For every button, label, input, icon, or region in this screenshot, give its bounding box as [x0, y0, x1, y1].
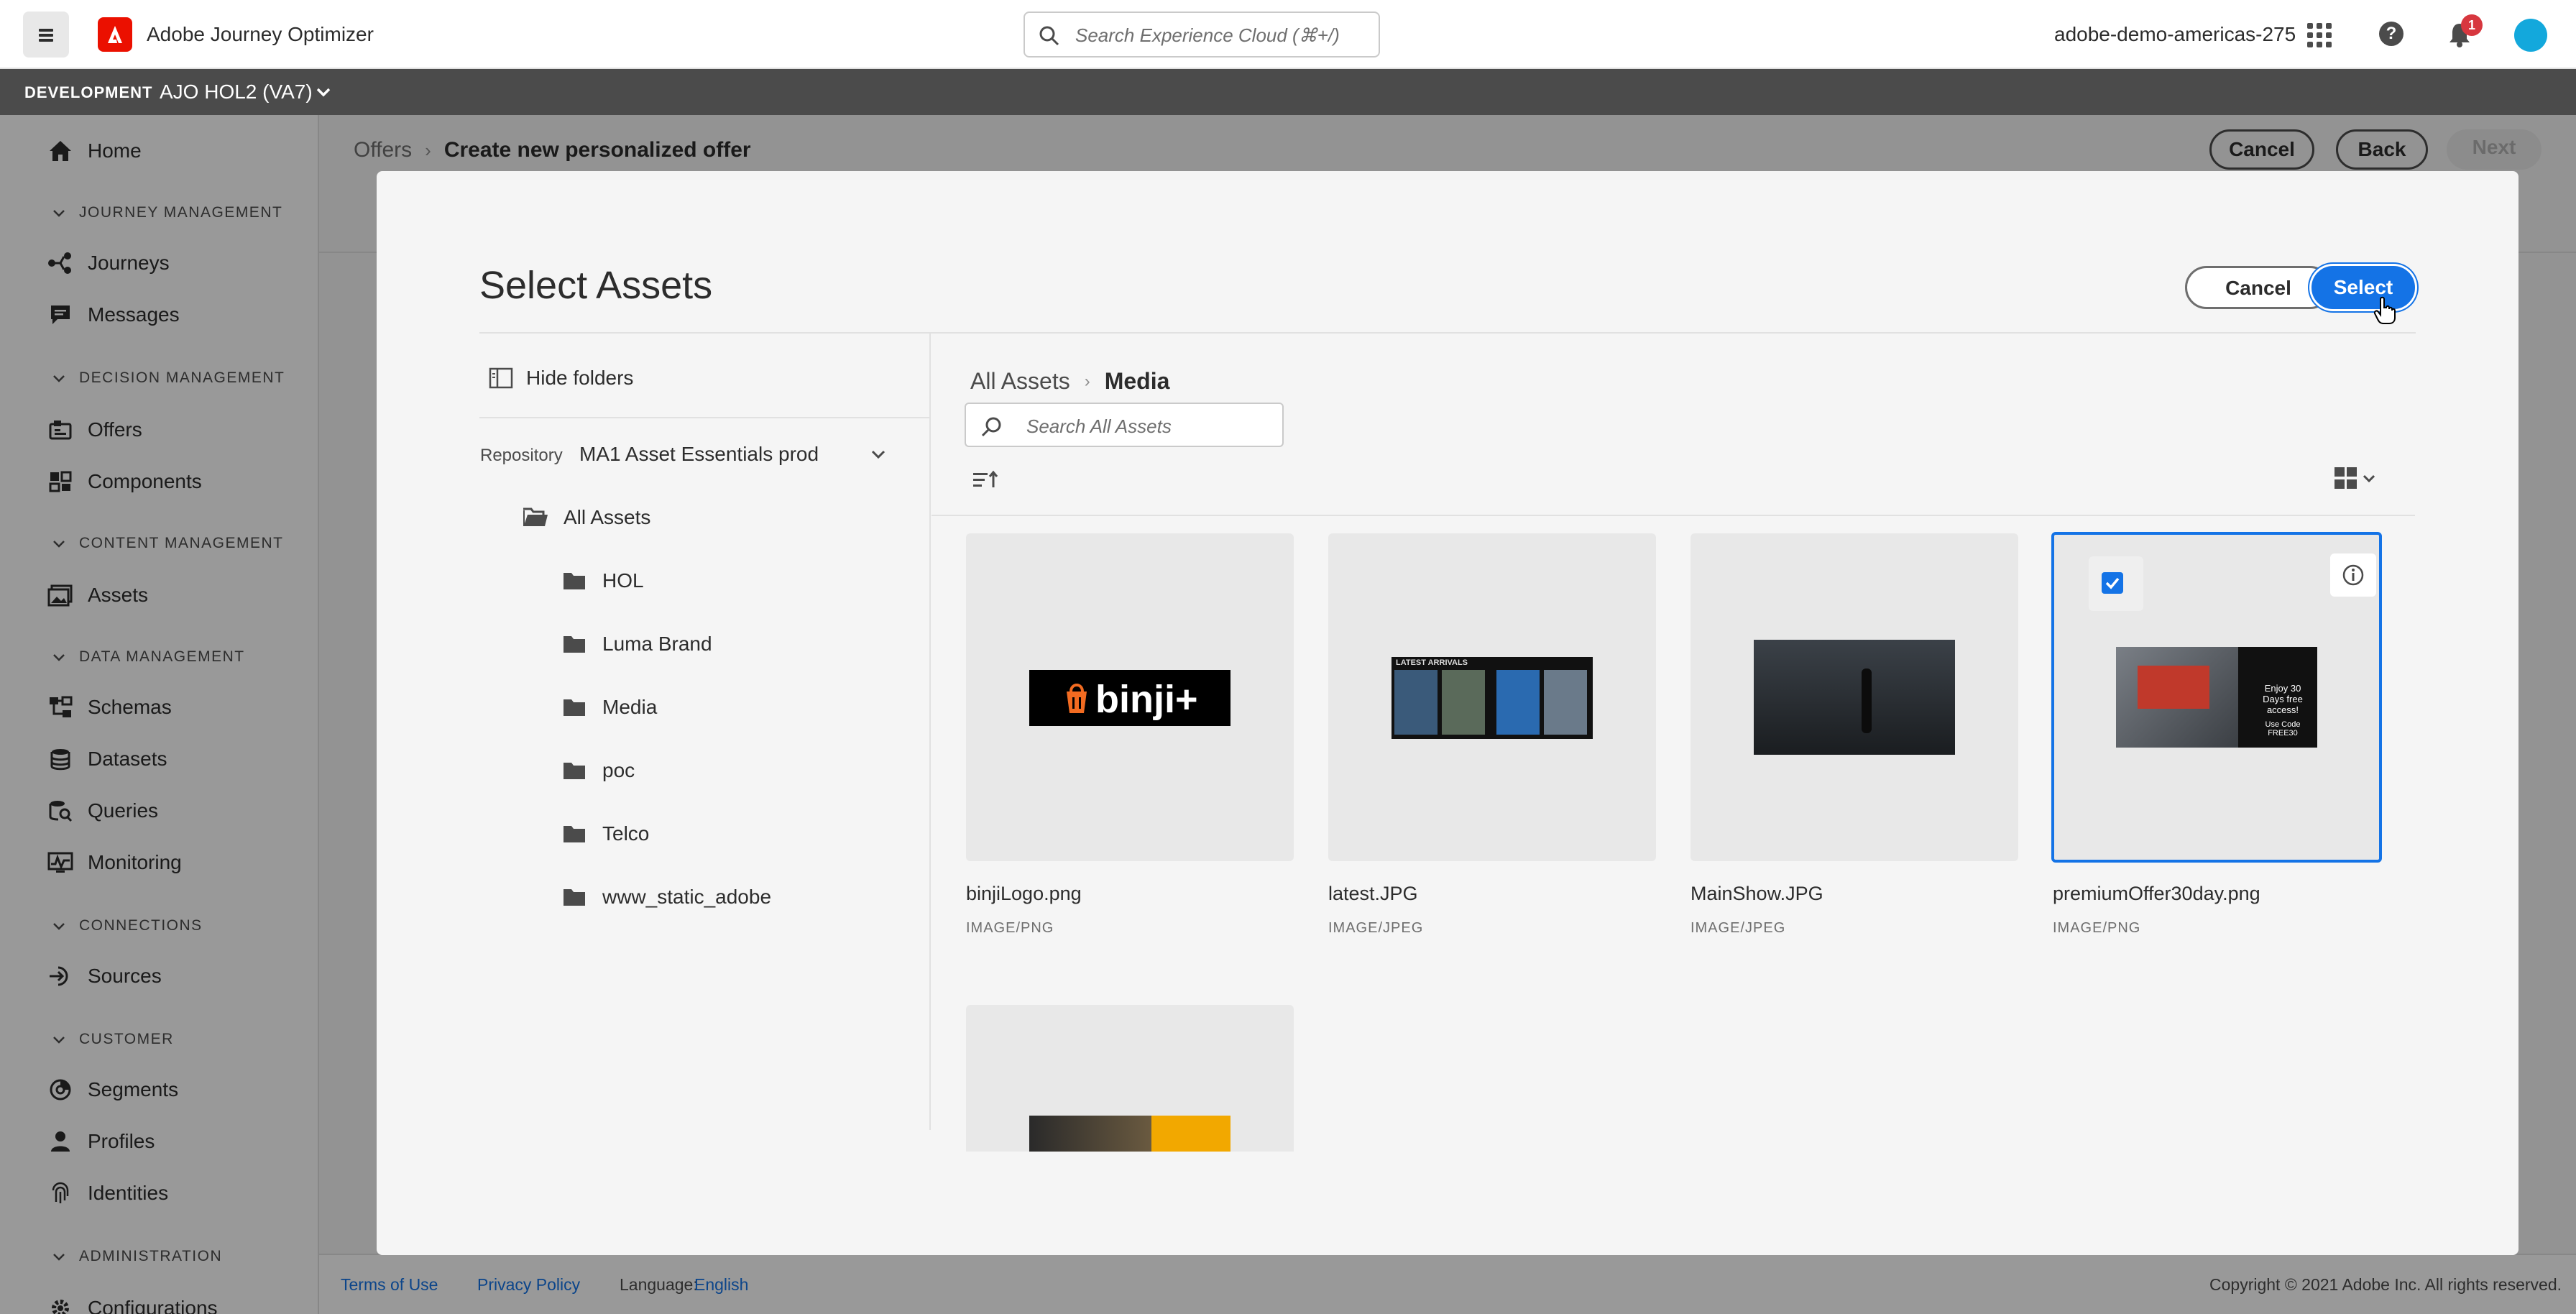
folder-item[interactable]: HOL [562, 569, 644, 592]
folder-icon [564, 636, 585, 653]
asset-type: IMAGE/PNG [2053, 920, 2141, 936]
app-title: Adobe Journey Optimizer [147, 23, 374, 45]
asset-thumbnail: binji+ [1029, 670, 1230, 726]
thumbnail-text: Enjoy 30 Days free access! [2263, 683, 2303, 715]
hide-folders-button[interactable]: Hide folders [489, 367, 633, 390]
hamburger-menu-button[interactable] [23, 12, 69, 58]
asset-name: premiumOffer30day.png [2053, 883, 2260, 904]
folder-item[interactable]: www_static_adobe [562, 886, 771, 909]
folder-icon [564, 573, 585, 589]
folder-icon [564, 826, 585, 842]
thumbnail-text: binji+ [1095, 678, 1198, 721]
folder-icon [564, 889, 585, 906]
asset-thumbnail: LATEST ARRIVALS [1392, 657, 1593, 739]
notification-badge: 1 [2461, 14, 2483, 36]
asset-name: latest.JPG [1328, 883, 1418, 904]
list-divider [932, 515, 2415, 516]
top-bar: Adobe Journey Optimizer Search Experienc… [0, 0, 2576, 69]
sandbox-name[interactable]: AJO HOL2 (VA7) [160, 81, 313, 104]
thumbnail-text-code: Use Code FREE30 [2265, 720, 2301, 738]
folder-open-icon [523, 507, 548, 526]
repository-select[interactable]: MA1 Asset Essentials prod [579, 443, 819, 466]
breadcrumb-all-assets[interactable]: All Assets [970, 368, 1070, 395]
chevron-down-icon[interactable] [868, 444, 888, 464]
folder-item[interactable]: poc [562, 759, 635, 782]
asset-card[interactable]: LATEST ARRIVALS [1328, 533, 1656, 861]
asset-thumbnail [1754, 640, 1955, 755]
avatar[interactable] [2514, 19, 2547, 52]
asset-thumbnail: Enjoy 30 Days free access! Use Code FREE… [2116, 647, 2317, 748]
asset-type: IMAGE/JPEG [1690, 920, 1786, 936]
asset-card[interactable] [1690, 533, 2018, 861]
org-switcher[interactable]: adobe-demo-americas-275 [2054, 23, 2296, 46]
asset-search-input[interactable]: Search All Assets [965, 403, 1284, 447]
dialog-title: Select Assets [479, 264, 713, 307]
dialog-select-button[interactable]: Select [2312, 266, 2415, 309]
chevron-right-icon: › [1084, 371, 1090, 391]
app-switcher-icon[interactable] [2307, 23, 2332, 47]
asset-type: IMAGE/JPEG [1328, 920, 1424, 936]
basket-icon [1067, 684, 1087, 713]
search-placeholder: Search Experience Cloud (⌘+/) [1075, 24, 1340, 46]
global-search-input[interactable]: Search Experience Cloud (⌘+/) [1024, 12, 1380, 58]
sandbox-environment: DEVELOPMENT [24, 83, 153, 101]
folder-item[interactable]: Luma Brand [562, 633, 712, 656]
folder-item[interactable]: Telco [562, 822, 649, 845]
adobe-logo-icon [98, 17, 132, 52]
search-icon [1039, 26, 1059, 46]
asset-name: binjiLogo.png [966, 883, 1082, 904]
asset-thumbnail [1029, 1116, 1230, 1152]
folder-icon [564, 699, 585, 716]
dialog-cancel-button[interactable]: Cancel [2185, 266, 2332, 309]
asset-checkbox[interactable] [2089, 556, 2143, 611]
search-icon [981, 417, 1001, 437]
asset-type: IMAGE/PNG [966, 920, 1054, 936]
view-switcher[interactable] [2334, 467, 2378, 489]
asset-name: MainShow.JPG [1690, 883, 1823, 904]
chevron-down-icon[interactable] [313, 82, 334, 102]
asset-card[interactable] [966, 1005, 1294, 1152]
hand-cursor-icon [2373, 296, 2396, 324]
thumbnail-text: LATEST ARRIVALS [1396, 658, 1468, 667]
folder-icon [564, 763, 585, 779]
sandbox-bar: DEVELOPMENT AJO HOL2 (VA7) [0, 69, 2576, 115]
folder-pane-divider [479, 417, 931, 418]
breadcrumb-media: Media [1104, 368, 1170, 394]
asset-card[interactable]: binji+ [966, 533, 1294, 861]
info-icon [2342, 564, 2364, 586]
grid-view-icon [2334, 467, 2357, 489]
info-button[interactable] [2330, 553, 2376, 597]
asset-breadcrumb: All Assets › Media [970, 368, 1169, 395]
repository-label: Repository [480, 446, 563, 465]
asset-card-selected[interactable]: Enjoy 30 Days free access! Use Code FREE… [2051, 532, 2382, 863]
sort-icon[interactable] [972, 469, 1000, 492]
help-icon[interactable]: ? [2379, 22, 2404, 46]
folder-all-assets[interactable]: All Assets [522, 506, 650, 529]
panel-toggle-icon [489, 367, 513, 389]
checkmark-icon [2105, 577, 2120, 589]
folder-item[interactable]: Media [562, 696, 657, 719]
chevron-down-icon [2363, 474, 2375, 483]
